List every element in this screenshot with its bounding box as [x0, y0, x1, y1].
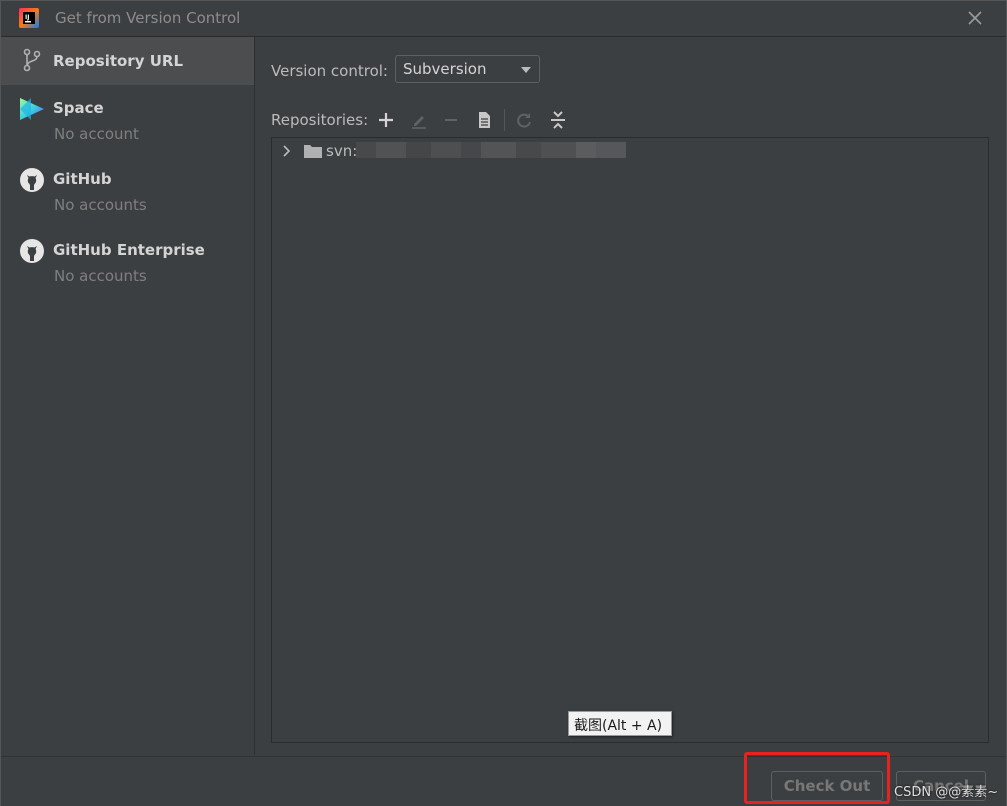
sidebar-item-label: GitHub — [53, 170, 112, 188]
version-control-value: Subversion — [403, 60, 487, 78]
sidebar-item-sublabel: No accounts — [54, 267, 147, 285]
chevron-right-icon[interactable] — [280, 144, 294, 158]
edit-icon[interactable] — [408, 109, 430, 131]
folder-icon — [304, 144, 322, 158]
sidebar-item-label: Space — [53, 99, 104, 117]
github-icon — [19, 238, 45, 264]
sidebar-item-github-enterprise[interactable]: GitHub Enterprise No accounts — [1, 235, 254, 289]
title-bar: IJ Get from Version Control — [1, 1, 1006, 37]
version-control-select[interactable]: Subversion — [395, 55, 540, 83]
tree-row[interactable]: svn:/ — [272, 140, 988, 162]
refresh-icon[interactable] — [513, 109, 535, 131]
dialog-window: IJ Get from Version Control Repository U… — [0, 0, 1007, 806]
repositories-tree[interactable]: svn:/ — [271, 137, 989, 743]
github-icon — [19, 167, 45, 193]
collapse-all-icon[interactable] — [547, 109, 569, 131]
space-icon — [19, 96, 45, 122]
sidebar-item-sublabel: No accounts — [54, 196, 147, 214]
tooltip-text: 截图(Alt + A) — [574, 718, 663, 734]
main-panel: Version control: Subversion Repositories… — [255, 37, 1006, 755]
sidebar-item-label: Repository URL — [53, 52, 183, 70]
sidebar-item-github[interactable]: GitHub No accounts — [1, 164, 254, 218]
toolbar-separator — [504, 109, 505, 131]
dialog-footer: Check Out Cancel — [1, 756, 1006, 806]
check-out-button[interactable]: Check Out — [771, 771, 883, 801]
close-icon[interactable] — [964, 7, 986, 29]
repositories-label: Repositories: — [271, 111, 369, 129]
screenshot-tooltip: 截图(Alt + A) — [568, 711, 672, 736]
vcs-branch-icon — [19, 47, 45, 73]
svg-text:IJ: IJ — [25, 14, 29, 21]
sidebar-item-space[interactable]: Space No account — [1, 93, 254, 147]
plus-icon[interactable] — [375, 109, 397, 131]
window-title: Get from Version Control — [55, 9, 241, 27]
sidebar: Repository URL Space No account GitHub N… — [1, 37, 255, 755]
browse-icon[interactable] — [473, 109, 495, 131]
sidebar-item-label: GitHub Enterprise — [53, 241, 205, 259]
sidebar-item-sublabel: No account — [54, 125, 139, 143]
sidebar-item-repository-url[interactable]: Repository URL — [1, 37, 254, 85]
intellij-icon: IJ — [19, 8, 39, 28]
watermark: CSDN @@素素~ — [894, 785, 999, 800]
version-control-label: Version control: — [271, 62, 388, 80]
minus-icon[interactable] — [440, 109, 462, 131]
chevron-down-icon — [521, 67, 531, 73]
